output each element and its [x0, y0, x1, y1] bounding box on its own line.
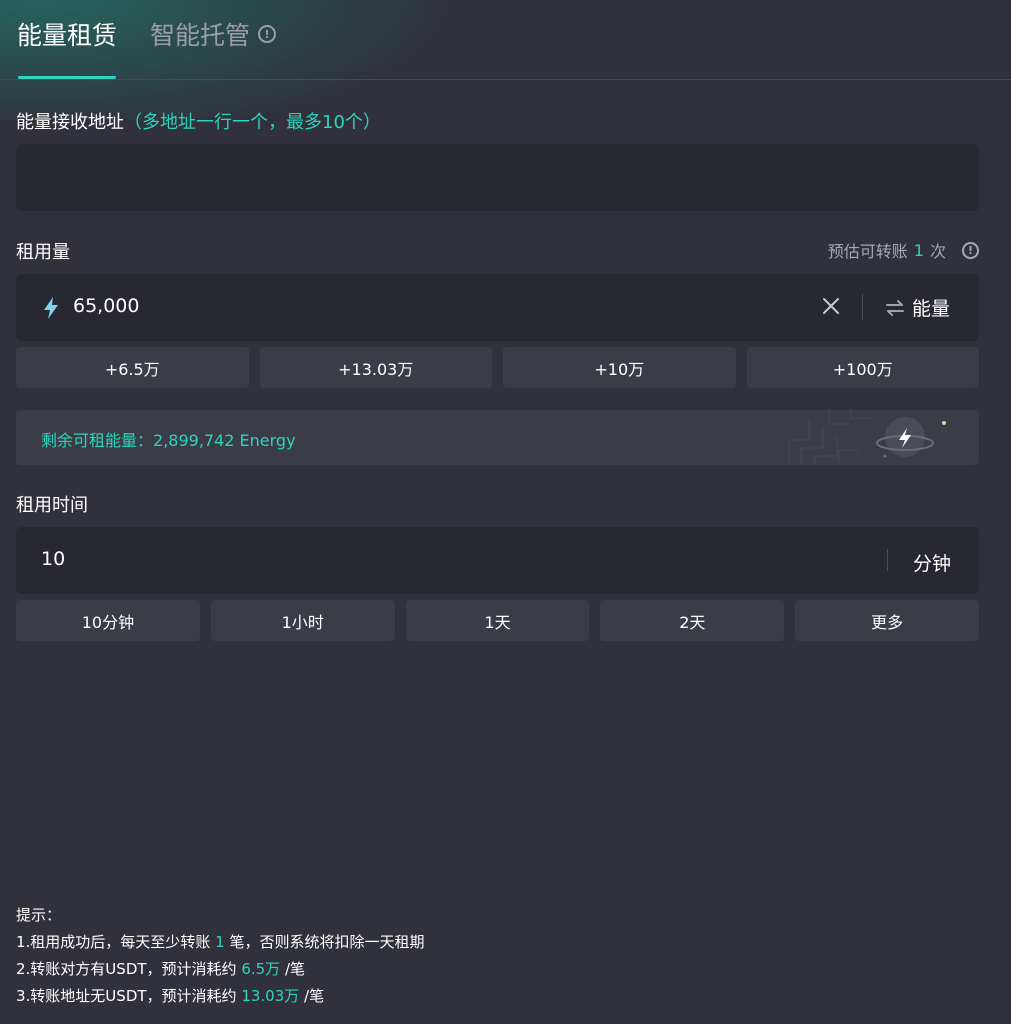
remaining-energy-text: 剩余可租能量：2,899,742 Energy	[41, 427, 296, 451]
tips-section: 提示： 1.租用成功后，每天至少转账 1 笔，否则系统将扣除一天租期 2.转账对…	[16, 902, 424, 1010]
duration-unit[interactable]: 分钟	[913, 549, 951, 576]
estimate-count: 1	[913, 240, 924, 260]
duration-quick-buttons: 10分钟 1小时 1天 2天 更多	[16, 600, 979, 641]
duration-more-button[interactable]: 更多	[795, 600, 979, 641]
lightning-bolt-icon	[44, 297, 58, 319]
tab-smart-hosting[interactable]: 智能托管 !	[150, 16, 277, 52]
tip-3-suffix: /笔	[304, 987, 325, 1005]
remaining-label: 剩余可租能量：	[41, 431, 154, 450]
tip-line-1: 1.租用成功后，每天至少转账 1 笔，否则系统将扣除一天租期	[16, 929, 424, 956]
energy-orb-icon	[788, 410, 946, 465]
unit-toggle-button[interactable]: 能量	[884, 294, 950, 321]
amount-divider	[862, 294, 863, 320]
swap-icon	[886, 299, 904, 316]
tab-energy-rental[interactable]: 能量租赁	[17, 16, 117, 52]
tip-1-text: 1.租用成功后，每天至少转账	[16, 933, 211, 951]
quick-add-button[interactable]: +6.5万	[16, 347, 249, 388]
duration-option-button[interactable]: 1小时	[210, 600, 395, 641]
estimate-suffix: 次	[929, 242, 946, 261]
estimate-transfers: 预估可转账 1 次 !	[828, 238, 979, 262]
quick-add-button[interactable]: +13.03万	[259, 347, 492, 388]
close-icon[interactable]	[821, 296, 841, 316]
address-input[interactable]	[16, 144, 979, 211]
info-circle-icon[interactable]: !	[258, 25, 277, 43]
tip-line-3: 3.转账地址无USDT，预计消耗约 13.03万 /笔	[16, 983, 424, 1010]
amount-quick-buttons: +6.5万 +13.03万 +10万 +100万	[16, 347, 979, 388]
tip-3-number: 13.03万	[241, 987, 300, 1005]
quick-add-button[interactable]: +100万	[746, 347, 979, 388]
tab-bar: 能量租赁 智能托管 !	[0, 0, 1011, 80]
address-hint: （多地址一行一个，最多10个）	[124, 112, 381, 133]
tip-2-number: 6.5万	[241, 960, 281, 978]
unit-label: 能量	[912, 298, 951, 320]
address-label: 能量接收地址（多地址一行一个，最多10个）	[16, 108, 381, 134]
tip-1-suffix: 笔，否则系统将扣除一天租期	[229, 933, 425, 951]
remaining-energy-banner: 剩余可租能量：2,899,742 Energy	[16, 410, 979, 465]
address-label-text: 能量接收地址	[16, 112, 124, 133]
tips-title: 提示：	[16, 906, 62, 924]
tip-3-text: 3.转账地址无USDT，预计消耗约	[16, 987, 237, 1005]
amount-label: 租用量	[16, 242, 70, 263]
estimate-info-icon[interactable]: !	[962, 241, 979, 259]
amount-input[interactable]: 65,000	[73, 295, 139, 317]
duration-option-button[interactable]: 1天	[405, 600, 590, 641]
duration-label: 租用时间	[16, 495, 88, 516]
tab-smart-hosting-label: 智能托管	[150, 21, 251, 50]
amount-input-row: 65,000 能量	[16, 274, 979, 341]
tip-2-text: 2.转账对方有USDT，预计消耗约	[16, 960, 237, 978]
active-tab-indicator	[18, 76, 116, 79]
remaining-value: 2,899,742 Energy	[153, 431, 296, 450]
duration-divider	[887, 549, 888, 571]
duration-input[interactable]: 10	[41, 548, 65, 570]
estimate-prefix: 预估可转账	[827, 242, 908, 261]
tip-2-suffix: /笔	[284, 960, 306, 978]
duration-option-button[interactable]: 10分钟	[16, 600, 200, 641]
duration-option-button[interactable]: 2天	[600, 600, 785, 641]
quick-add-button[interactable]: +10万	[503, 347, 736, 388]
tip-line-2: 2.转账对方有USDT，预计消耗约 6.5万 /笔	[16, 956, 424, 983]
duration-input-row: 10 分钟	[16, 527, 979, 594]
tip-1-number: 1	[215, 933, 225, 951]
